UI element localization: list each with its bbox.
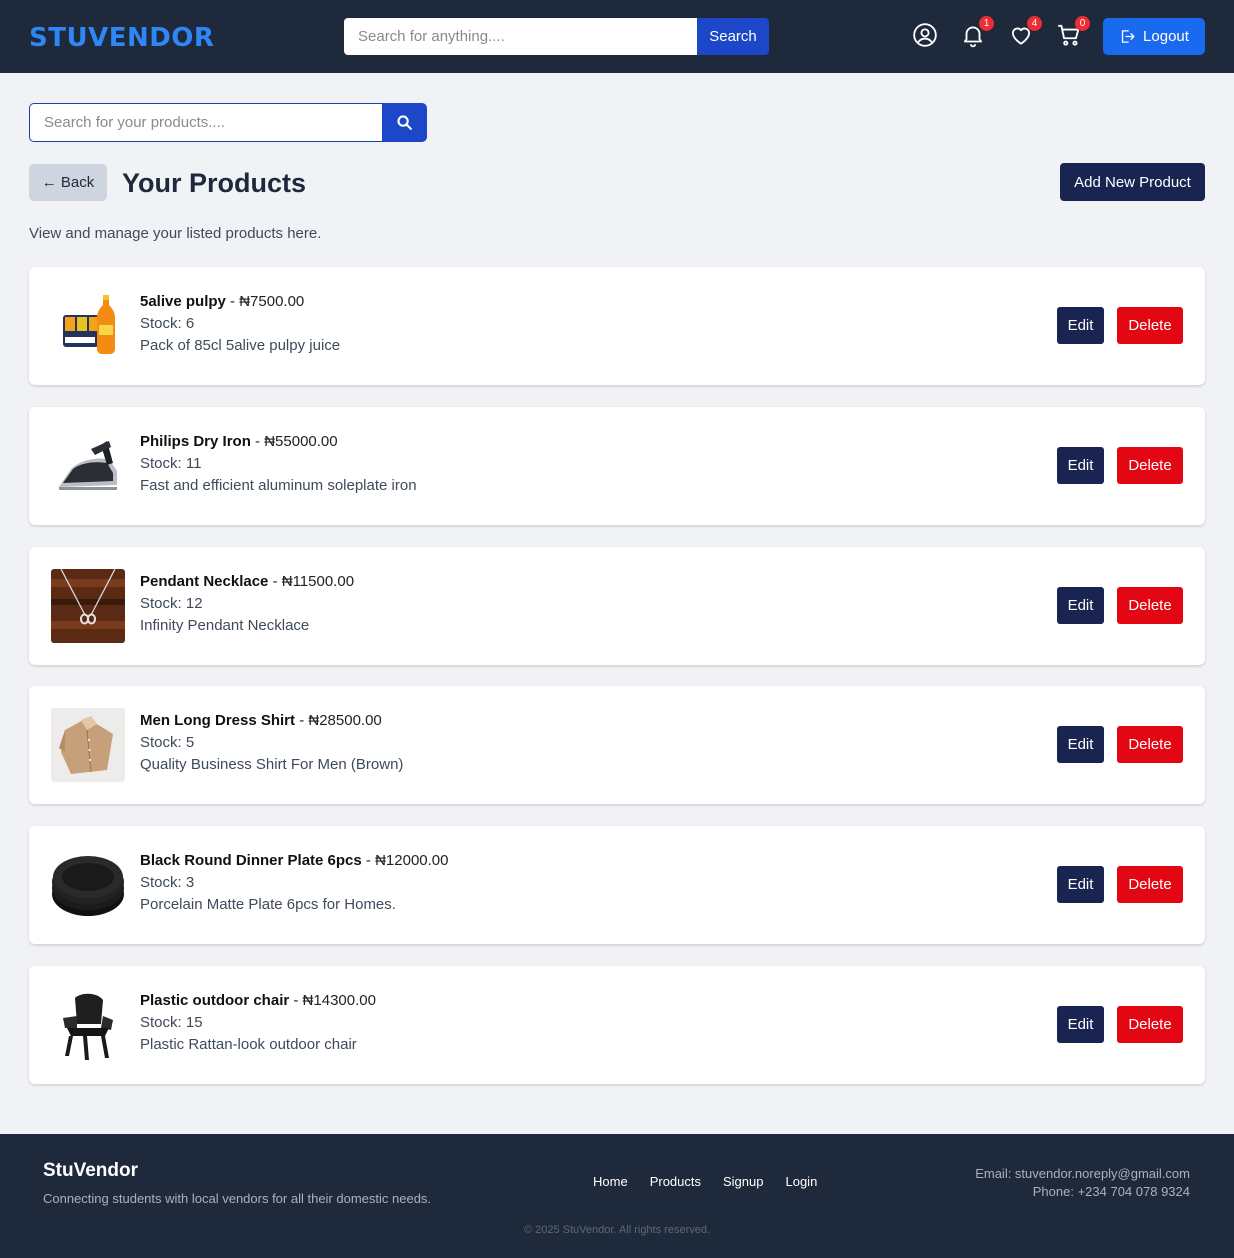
account-button[interactable] (912, 22, 938, 50)
global-search: Search (344, 18, 769, 55)
cart-button[interactable]: 0 (1056, 16, 1090, 50)
footer: StuVendor Connecting students with local… (0, 1134, 1234, 1258)
product-description: Quality Business Shirt For Men (Brown) (140, 756, 404, 773)
footer-copyright: © 2025 StuVendor. All rights reserved. (523, 1224, 711, 1236)
product-stock: Stock: 6 (140, 315, 195, 332)
product-card: Men Long Dress Shirt - ₦28500.00 Stock: … (29, 686, 1205, 804)
footer-link-signup[interactable]: Signup (723, 1174, 763, 1189)
delete-button[interactable]: Delete (1117, 307, 1183, 344)
shirt-image (51, 708, 125, 782)
footer-link-login[interactable]: Login (785, 1174, 817, 1189)
product-name: Men Long Dress Shirt (140, 712, 296, 729)
edit-button[interactable]: Edit (1057, 587, 1104, 624)
product-price: ₦55000.00 (264, 433, 338, 450)
product-stock: Stock: 11 (140, 455, 202, 472)
footer-links: Home Products Signup Login (593, 1174, 817, 1189)
necklace-image (51, 569, 125, 643)
notifications-badge: 1 (979, 16, 994, 31)
footer-contact: Email: stuvendor.noreply@gmail.com Phone… (975, 1165, 1190, 1201)
cart-badge: 0 (1075, 16, 1090, 31)
logout-button[interactable]: Logout (1103, 18, 1205, 55)
product-card: Black Round Dinner Plate 6pcs - ₦12000.0… (29, 826, 1205, 944)
wishlist-badge: 4 (1027, 16, 1042, 31)
logout-icon (1121, 30, 1135, 43)
product-info: Black Round Dinner Plate 6pcs - ₦12000.0… (140, 850, 448, 916)
plates-image (51, 848, 125, 922)
edit-button[interactable]: Edit (1057, 447, 1104, 484)
footer-phone: Phone: +234 704 078 9324 (1032, 1184, 1190, 1199)
global-search-input[interactable] (344, 18, 697, 55)
user-circle-icon (913, 23, 937, 47)
logout-label: Logout (1143, 28, 1189, 45)
product-image (51, 429, 125, 503)
footer-tagline: Connecting students with local vendors f… (43, 1191, 432, 1206)
product-card: Pendant Necklace - ₦11500.00 Stock: 12 I… (29, 547, 1205, 665)
back-button[interactable]: ← Back (29, 164, 107, 201)
product-search-button[interactable] (382, 103, 427, 142)
product-card: Philips Dry Iron - ₦55000.00 Stock: 11 F… (29, 407, 1205, 525)
product-stock: Stock: 3 (140, 874, 195, 891)
product-search-input[interactable] (29, 103, 382, 142)
product-price: ₦28500.00 (308, 712, 382, 729)
product-card: Plastic outdoor chair - ₦14300.00 Stock:… (29, 966, 1205, 1084)
product-image (51, 289, 125, 363)
product-info: Plastic outdoor chair - ₦14300.00 Stock:… (140, 990, 376, 1056)
brand-logo[interactable]: STUVENDOR (29, 21, 214, 55)
search-icon (397, 115, 412, 130)
product-price: ₦7500.00 (239, 293, 305, 310)
delete-button[interactable]: Delete (1117, 726, 1183, 763)
product-price: ₦14300.00 (302, 992, 376, 1009)
product-name: Black Round Dinner Plate 6pcs (140, 852, 362, 869)
product-info: Men Long Dress Shirt - ₦28500.00 Stock: … (140, 710, 403, 776)
chair-image (51, 988, 125, 1062)
footer-link-products[interactable]: Products (650, 1174, 701, 1189)
product-name: Plastic outdoor chair (140, 992, 290, 1009)
product-price: ₦12000.00 (375, 852, 449, 869)
product-image (51, 988, 125, 1062)
footer-email: Email: stuvendor.noreply@gmail.com (975, 1166, 1190, 1181)
notifications-button[interactable]: 1 (960, 16, 994, 50)
product-info: Pendant Necklace - ₦11500.00 Stock: 12 I… (140, 571, 354, 637)
edit-button[interactable]: Edit (1057, 307, 1104, 344)
global-search-button[interactable]: Search (697, 18, 769, 55)
page-title: Your Products (122, 168, 307, 198)
product-name: 5alive pulpy (140, 293, 226, 310)
product-description: Infinity Pendant Necklace (140, 617, 310, 634)
wishlist-button[interactable]: 4 (1008, 16, 1042, 50)
product-info: 5alive pulpy - ₦7500.00 Stock: 6 Pack of… (140, 291, 340, 357)
edit-button[interactable]: Edit (1057, 866, 1104, 903)
product-info: Philips Dry Iron - ₦55000.00 Stock: 11 F… (140, 431, 417, 497)
product-image (51, 708, 125, 782)
edit-button[interactable]: Edit (1057, 726, 1104, 763)
add-new-product-button[interactable]: Add New Product (1060, 163, 1205, 201)
delete-button[interactable]: Delete (1117, 587, 1183, 624)
delete-button[interactable]: Delete (1117, 447, 1183, 484)
product-name: Philips Dry Iron (140, 433, 251, 450)
product-description: Porcelain Matte Plate 6pcs for Homes. (140, 896, 396, 913)
product-name: Pendant Necklace (140, 573, 269, 590)
edit-button[interactable]: Edit (1057, 1006, 1104, 1043)
footer-link-home[interactable]: Home (593, 1174, 628, 1189)
delete-button[interactable]: Delete (1117, 1006, 1183, 1043)
product-stock: Stock: 12 (140, 595, 203, 612)
product-description: Plastic Rattan-look outdoor chair (140, 1036, 357, 1053)
dry-iron-image (51, 429, 125, 503)
product-stock: Stock: 5 (140, 734, 195, 751)
delete-button[interactable]: Delete (1117, 866, 1183, 903)
product-price: ₦11500.00 (281, 573, 355, 590)
product-image (51, 848, 125, 922)
product-card: 5alive pulpy - ₦7500.00 Stock: 6 Pack of… (29, 267, 1205, 385)
product-image (51, 569, 125, 643)
top-navbar: STUVENDOR Search 1 4 0 Logout (0, 0, 1234, 73)
product-stock: Stock: 15 (140, 1014, 203, 1031)
product-search (29, 103, 427, 142)
footer-brand: StuVendor (43, 1160, 139, 1181)
product-description: Fast and efficient aluminum soleplate ir… (140, 477, 417, 494)
product-description: Pack of 85cl 5alive pulpy juice (140, 337, 341, 354)
page-subtitle: View and manage your listed products her… (29, 225, 322, 242)
juice-pack-image (51, 289, 125, 363)
